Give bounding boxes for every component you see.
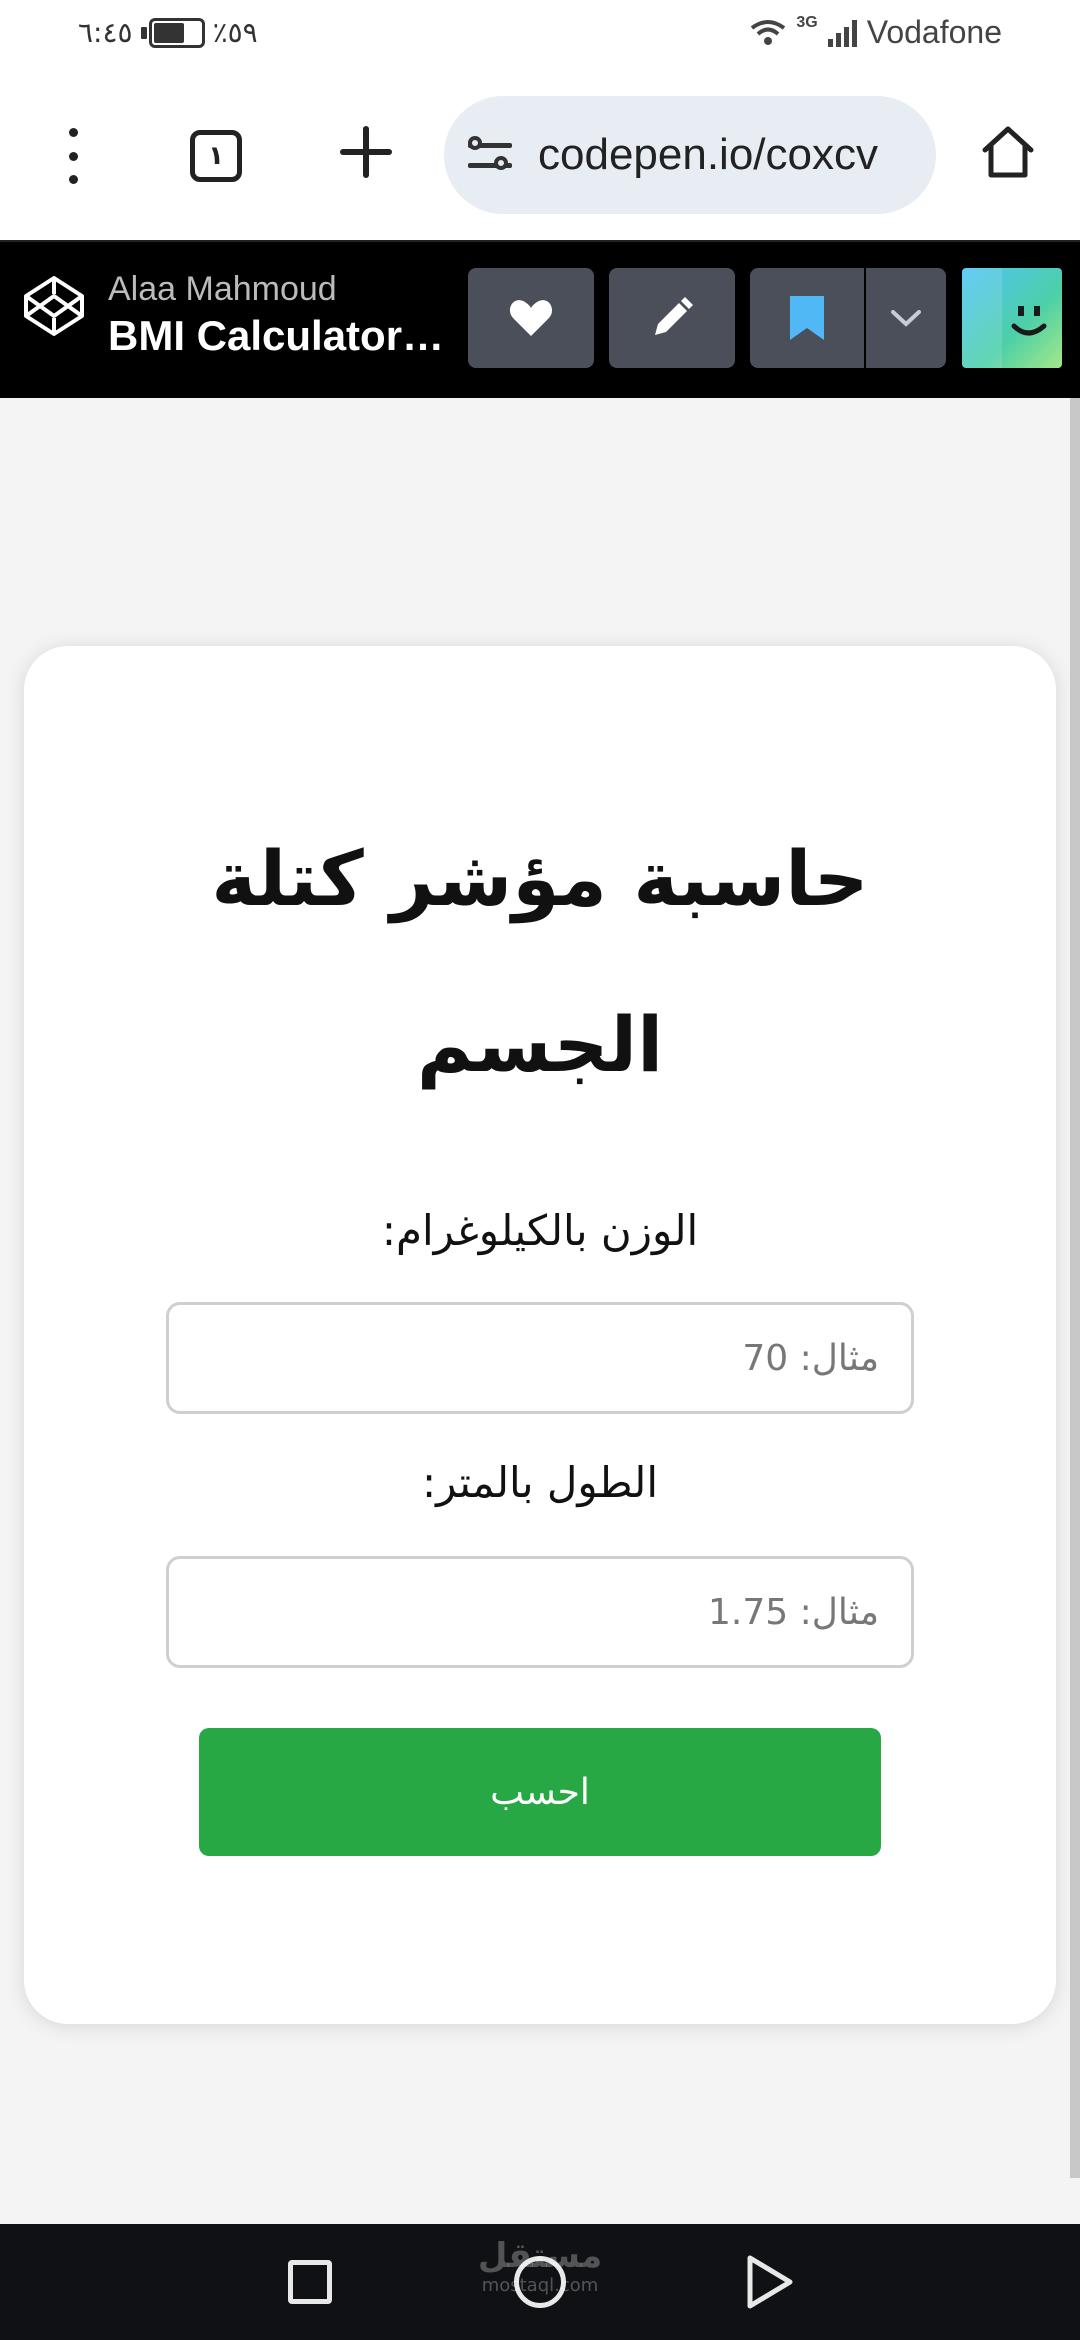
like-button[interactable] (468, 268, 594, 368)
watermark-arabic: مستقل (477, 2236, 603, 2276)
status-bar: ٦:٤٥ ٪٥٩ 3G Vodafone (0, 0, 1080, 70)
pencil-icon (655, 297, 693, 335)
status-right: 3G Vodafone (750, 14, 1002, 51)
weight-input[interactable] (166, 1302, 914, 1414)
bookmark-button[interactable] (750, 268, 864, 368)
tab-switcher-button[interactable]: ١ (190, 130, 242, 182)
battery-tip-icon (140, 26, 147, 39)
network-type: 3G (796, 14, 818, 31)
height-label: الطول بالمتر: (421, 1458, 659, 1507)
battery-icon (148, 17, 205, 48)
system-nav-bar: مستقل mostaql.com (0, 2224, 1080, 2340)
pen-author[interactable]: Alaa Mahmoud (108, 270, 337, 309)
home-icon[interactable] (980, 124, 1036, 180)
page-title: حاسبة مؤشر كتلة الجسم (211, 834, 869, 1089)
bookmark-dropdown-button[interactable] (866, 268, 946, 368)
bookmark-icon (790, 296, 824, 340)
codepen-header: Alaa Mahmoud BMI Calculator ... (0, 240, 1080, 398)
wifi-icon (751, 19, 786, 45)
pen-title: BMI Calculator ... (108, 312, 448, 359)
url-text[interactable]: codepen.io/coxcv (538, 130, 878, 180)
clock: ٦:٤٥ (78, 16, 133, 49)
watermark-latin: mostaql.com (481, 2275, 599, 2296)
back-triangle-icon[interactable] (744, 2254, 796, 2310)
weight-label: الوزن بالكيلوغرام: (381, 1206, 699, 1255)
new-tab-icon[interactable] (340, 126, 392, 178)
recent-apps-icon[interactable] (288, 2260, 332, 2304)
heart-icon (509, 300, 553, 336)
signal-icon (827, 19, 857, 47)
edit-button[interactable] (609, 268, 735, 368)
codepen-logo-icon[interactable] (22, 274, 86, 338)
calculate-button[interactable]: احسب (199, 1728, 881, 1856)
battery-level: ٪٥٩ (212, 16, 258, 49)
menu-dots-icon[interactable] (60, 128, 86, 184)
status-left: ٦:٤٥ ٪٥٩ (78, 16, 258, 49)
avatar[interactable] (962, 268, 1062, 368)
height-input[interactable] (166, 1556, 914, 1668)
scrollbar[interactable] (1070, 398, 1080, 2178)
chevron-down-icon (891, 310, 921, 327)
browser-toolbar: ١ codepen.io/coxcv (0, 70, 1080, 240)
bmi-card: حاسبة مؤشر كتلة الجسم الوزن بالكيلوغرام:… (24, 646, 1056, 2024)
watermark-logo: مستقل mostaql.com (470, 2236, 610, 2296)
carrier-name: Vodafone (866, 14, 1002, 50)
site-settings-icon[interactable] (468, 135, 516, 175)
url-bar[interactable]: codepen.io/coxcv (444, 96, 936, 214)
smiley-face-icon (962, 268, 1047, 368)
